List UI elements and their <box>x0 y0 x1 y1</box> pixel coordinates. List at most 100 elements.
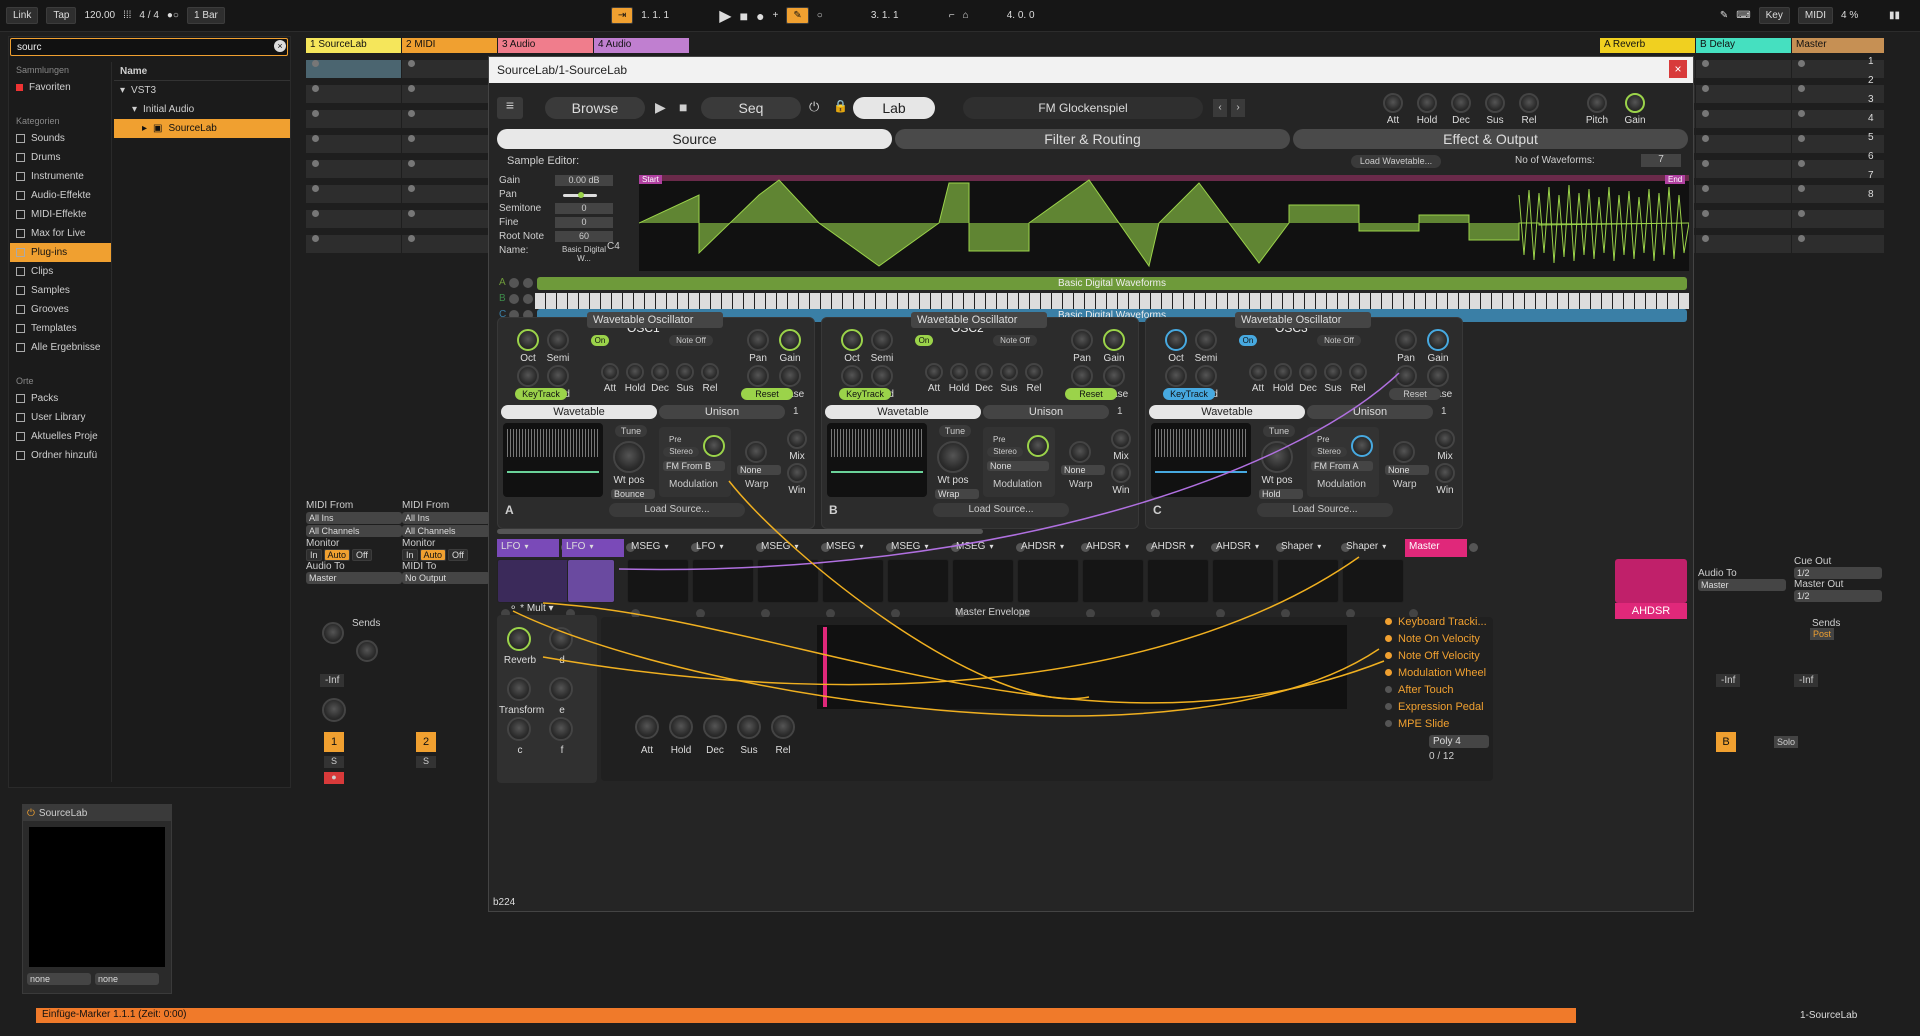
draw-mode-icon[interactable]: ✎ <box>1720 10 1728 21</box>
wtpos-knob[interactable] <box>613 441 645 473</box>
clip-slot[interactable] <box>402 160 497 179</box>
tune-button[interactable]: Tune <box>615 425 647 437</box>
mod-slot-mseg[interactable]: MSEG ▾ <box>887 539 949 557</box>
tab-filter-routing[interactable]: Filter & Routing <box>895 129 1290 149</box>
osc-fine-knob[interactable] <box>841 365 863 387</box>
tempo-field[interactable]: 120.00 <box>84 10 115 21</box>
keytrack-button[interactable]: KeyTrack <box>515 388 567 400</box>
macro-knob[interactable] <box>549 717 573 741</box>
play-icon[interactable]: ▶ <box>719 6 731 26</box>
mix-knob[interactable] <box>1111 429 1131 449</box>
load-wavetable-button[interactable]: Load Wavetable... <box>1351 155 1441 168</box>
mod-slot-display[interactable] <box>692 559 754 603</box>
arrangement-position[interactable]: 1. 1. 1 <box>641 10 711 21</box>
osc-oct-knob[interactable] <box>517 329 539 351</box>
master-env-dec-knob[interactable] <box>703 715 727 739</box>
master-out-select[interactable]: 1/2 <box>1794 590 1882 602</box>
sidebar-item-category[interactable]: Max for Live <box>10 224 111 243</box>
clip-stop-icon[interactable] <box>1798 185 1805 192</box>
track-header[interactable]: 2 MIDI <box>402 38 497 53</box>
midi-from-select[interactable]: All Ins <box>402 512 490 524</box>
wavetable-tab[interactable]: Wavetable <box>1149 405 1305 419</box>
return-volume-readout[interactable]: -Inf <box>1716 674 1741 687</box>
mod-slot-shaper[interactable]: Shaper ▾ <box>1277 539 1339 557</box>
post-button[interactable]: Post <box>1810 628 1835 640</box>
lock-icon[interactable]: 🔒 <box>833 99 848 113</box>
mod-slot-display[interactable] <box>822 559 884 603</box>
wavetable-tab[interactable]: Wavetable <box>825 405 981 419</box>
clip-stop-icon[interactable] <box>1798 60 1805 67</box>
track-activator-2[interactable]: 2 <box>416 732 436 752</box>
field-value[interactable]: 0 <box>555 202 613 214</box>
osc-rand-knob[interactable] <box>1195 365 1217 387</box>
send-b-knob[interactable] <box>356 640 378 662</box>
sidebar-item-category[interactable]: Plug-ins <box>10 243 111 262</box>
scene-number[interactable]: 3 <box>1868 94 1882 113</box>
header-rel-knob[interactable] <box>1519 93 1539 113</box>
name-column-header[interactable]: Name <box>114 62 290 81</box>
mod-slot-display[interactable] <box>757 559 819 603</box>
unison-value[interactable]: 1 <box>1117 406 1123 417</box>
keytrack-button[interactable]: KeyTrack <box>839 388 891 400</box>
osc-env-knob[interactable] <box>925 363 943 381</box>
sidebar-item-category[interactable]: Sounds <box>10 129 111 148</box>
power-icon[interactable]: ⏻ <box>809 99 819 115</box>
mod-slot-display[interactable] <box>1017 559 1079 603</box>
osc-type-select[interactable]: Wavetable Oscillator <box>587 312 723 328</box>
osc-pan-knob[interactable] <box>1395 329 1417 351</box>
osc-semi-knob[interactable] <box>871 329 893 351</box>
tap-button[interactable]: Tap <box>46 7 77 24</box>
osc-phase-knob[interactable] <box>1103 365 1125 387</box>
tune-button[interactable]: Tune <box>1263 425 1295 437</box>
device-select-1[interactable]: none <box>27 973 91 985</box>
mod-slot-display[interactable] <box>1082 559 1144 603</box>
note-off-button[interactable]: Note Off <box>669 335 713 346</box>
stereo-button[interactable]: Stereo <box>987 447 1023 457</box>
master-env-rel-knob[interactable] <box>771 715 795 739</box>
osc-env-knob[interactable] <box>1274 363 1292 381</box>
waveform-display[interactable] <box>639 175 1689 271</box>
preset-prev-icon[interactable]: ‹ <box>1213 99 1227 117</box>
field-value[interactable]: 0 <box>555 216 613 228</box>
end-marker[interactable]: End <box>1665 175 1686 184</box>
quantize-select[interactable]: 1 Bar <box>186 7 225 24</box>
on-button[interactable]: On <box>915 335 933 346</box>
wavetable-preview[interactable] <box>503 423 603 497</box>
clip-slot[interactable] <box>1696 85 1791 104</box>
macro-knob[interactable] <box>507 627 531 651</box>
header-hold-knob[interactable] <box>1417 93 1437 113</box>
pan-slider-handle[interactable] <box>578 192 584 198</box>
browse-button[interactable]: Browse <box>545 97 645 119</box>
seq-button[interactable]: Seq <box>701 97 801 119</box>
clip-slot[interactable] <box>1696 185 1791 204</box>
clip-slot[interactable] <box>402 85 497 104</box>
clip-stop-icon[interactable] <box>408 160 415 167</box>
clip-stop-icon[interactable] <box>408 210 415 217</box>
clip-slot[interactable] <box>1696 235 1791 254</box>
clip-stop-icon[interactable] <box>1798 160 1805 167</box>
clip-stop-icon[interactable] <box>312 210 319 217</box>
mod-slot-ahdsr[interactable]: AHDSR ▾ <box>1147 539 1209 557</box>
clip-stop-icon[interactable] <box>1798 110 1805 117</box>
track-header[interactable]: A Reverb <box>1600 38 1695 53</box>
clip-slot[interactable] <box>1696 110 1791 129</box>
monitor-in-button[interactable]: In <box>306 549 322 561</box>
clip-stop-icon[interactable] <box>408 135 415 142</box>
play-icon[interactable]: ▶ <box>655 99 666 116</box>
unison-tab[interactable]: Unison <box>1307 405 1433 419</box>
stereo-button[interactable]: Stereo <box>663 447 699 457</box>
mod-slot-mseg[interactable]: MSEG ▾ <box>952 539 1014 557</box>
clip-stop-icon[interactable] <box>1798 135 1805 142</box>
clip-slot[interactable] <box>1696 210 1791 229</box>
clip-slot[interactable] <box>1792 235 1884 254</box>
unison-tab[interactable]: Unison <box>983 405 1109 419</box>
num-waveforms-field[interactable]: 7 <box>1641 154 1681 167</box>
clip-slot[interactable] <box>306 160 401 179</box>
mod-slot-mseg[interactable]: MSEG ▾ <box>822 539 884 557</box>
osc-rand-knob[interactable] <box>547 365 569 387</box>
stop-icon[interactable]: ■ <box>679 99 687 115</box>
reset-button[interactable]: Reset <box>1389 388 1441 400</box>
key-map-button[interactable]: Key <box>1758 7 1790 24</box>
osc-env-knob[interactable] <box>601 363 619 381</box>
master-ahdsr-display[interactable] <box>1615 559 1687 603</box>
